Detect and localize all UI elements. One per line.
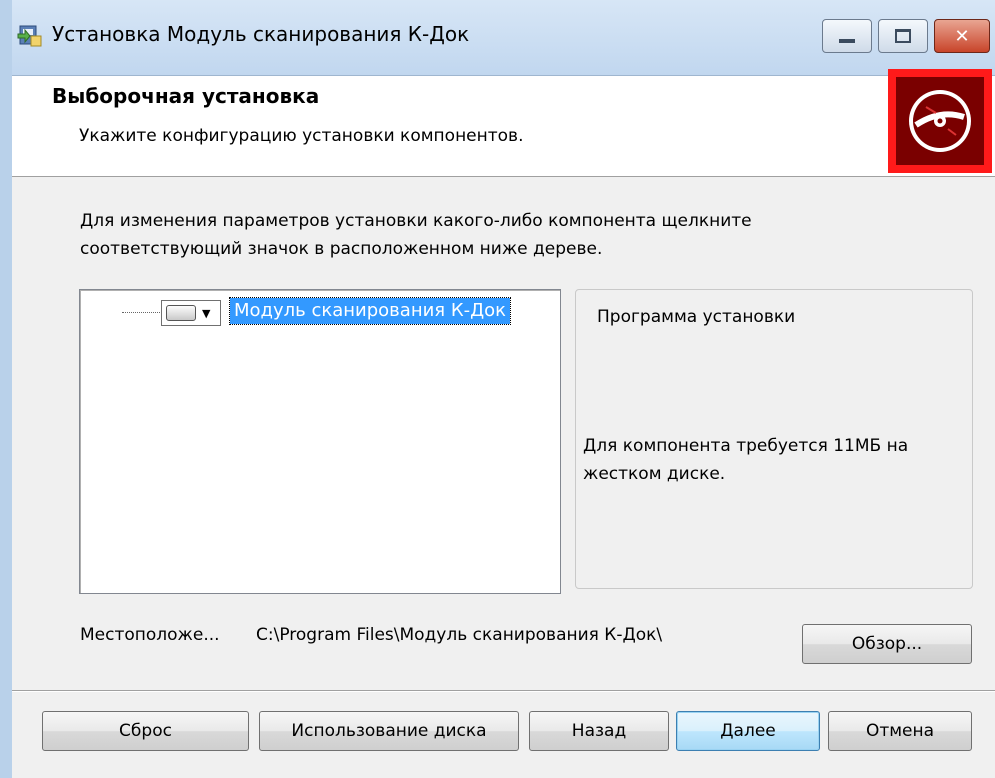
minimize-icon <box>839 39 855 43</box>
disc-icon <box>896 77 984 165</box>
minimize-button[interactable] <box>822 19 872 53</box>
page-title: Выборочная установка <box>52 84 320 108</box>
maximize-icon <box>895 29 911 43</box>
disc-logo <box>888 69 992 173</box>
feature-description: Программа установки <box>597 307 796 327</box>
instructions-text: Для изменения параметров установки каког… <box>80 211 752 259</box>
location-label: Местоположе... <box>80 625 220 645</box>
installer-window: Установка Модуль сканирования К-Док ✕ Вы… <box>12 0 995 778</box>
page-subtitle: Укажите конфигурацию установки компонент… <box>79 126 524 146</box>
close-icon: ✕ <box>954 25 970 47</box>
drive-icon <box>166 305 196 321</box>
back-button[interactable]: Назад <box>529 711 669 751</box>
chevron-down-icon: ▼ <box>202 306 211 320</box>
maximize-button[interactable] <box>878 19 928 53</box>
feature-info-panel: Программа установки Для компонента требу… <box>575 289 973 589</box>
location-path: C:\Program Files\Модуль сканирования К-Д… <box>256 625 663 645</box>
next-button[interactable]: Далее <box>676 711 820 751</box>
title-bar[interactable]: Установка Модуль сканирования К-Док ✕ <box>12 0 995 76</box>
tree-connector <box>122 312 162 313</box>
window-title: Установка Модуль сканирования К-Док <box>52 22 470 46</box>
footer-divider <box>12 690 995 692</box>
feature-size-text: Для компонента требуется 11МБ на жестком… <box>583 436 909 484</box>
installer-icon <box>17 22 43 48</box>
cancel-button[interactable]: Отмена <box>828 711 972 751</box>
feature-state-dropdown[interactable]: ▼ <box>161 300 221 326</box>
feature-tree[interactable]: ▼ Модуль сканирования К-Док <box>79 289 561 594</box>
browse-button[interactable]: Обзор... <box>802 624 972 664</box>
close-button[interactable]: ✕ <box>934 19 990 53</box>
reset-button[interactable]: Сброс <box>42 711 249 751</box>
disk-usage-button[interactable]: Использование диска <box>259 711 519 751</box>
tree-item-label[interactable]: Модуль сканирования К-Док <box>228 297 512 325</box>
